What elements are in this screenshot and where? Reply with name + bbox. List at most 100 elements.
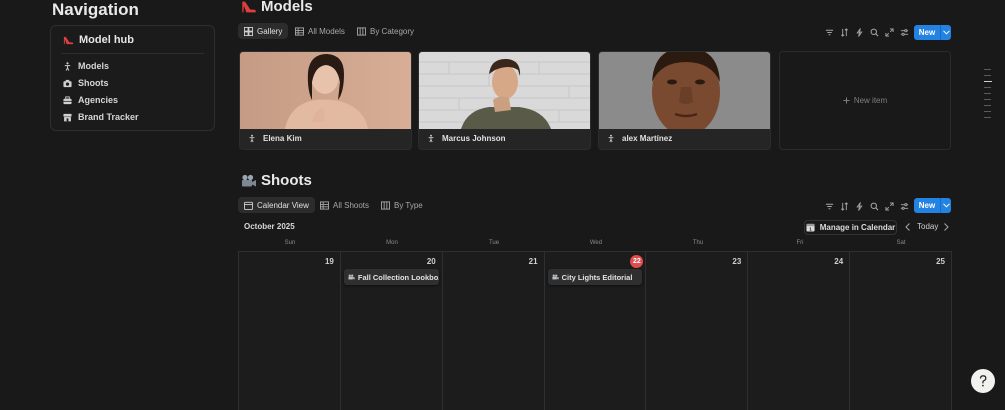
tab-label: By Type <box>394 200 423 210</box>
today-button[interactable]: Today <box>917 222 938 231</box>
outline-line <box>984 99 991 100</box>
model-card-alex-martinez[interactable]: alex Martínez <box>598 51 771 150</box>
nav-item-label: Brand Tracker <box>78 112 139 122</box>
nav-item-label: Shoots <box>78 78 109 88</box>
calendar-day-cell[interactable]: 25 <box>849 252 953 410</box>
calendar-day-cell[interactable]: 23 <box>645 252 748 410</box>
help-button[interactable] <box>971 369 995 393</box>
day-number: 20 <box>426 257 436 266</box>
tab-by-category[interactable]: By Category <box>351 23 420 39</box>
high-heel-icon <box>241 0 257 15</box>
nav-item-label: Agencies <box>78 95 119 105</box>
manage-in-calendar-label: Manage in Calendar <box>819 223 896 232</box>
nav-item-models[interactable]: Models <box>63 59 109 73</box>
model-name: Elena Kim <box>248 134 302 143</box>
camera-icon <box>63 79 72 88</box>
new-item-card[interactable]: New item <box>779 51 951 150</box>
filter-icon[interactable] <box>825 202 834 211</box>
new-button-label: New <box>918 201 936 210</box>
model-card-marcus-johnson[interactable]: Marcus Johnson <box>418 51 591 150</box>
outline-line <box>984 69 991 70</box>
tab-label: By Category <box>370 26 415 36</box>
store-icon <box>63 113 72 122</box>
board-icon <box>381 200 390 210</box>
day-number: 19 <box>324 257 334 266</box>
movie-camera-icon <box>241 174 257 188</box>
calendar-event[interactable]: City Lights Editorial <box>547 269 643 285</box>
model-name-label: alex Martínez <box>622 134 673 143</box>
search-icon[interactable] <box>870 28 879 37</box>
tab-gallery[interactable]: Gallery <box>238 23 289 39</box>
nav-item-agencies[interactable]: Agencies <box>63 93 118 107</box>
calendar-month-label: October 2025 <box>244 222 295 231</box>
calendar-week-grid: 19 20 Fall Collection Lookbo... 21 22 Ci… <box>238 251 953 410</box>
model-name: Marcus Johnson <box>427 134 506 143</box>
calendar-day-cell[interactable]: 19 <box>238 252 340 410</box>
help-question-icon <box>976 374 990 388</box>
weekday-header: Fri <box>796 240 804 246</box>
briefcase-icon <box>63 95 72 105</box>
lightning-icon[interactable] <box>855 28 864 37</box>
nav-item-brand-tracker[interactable]: Brand Tracker <box>63 110 139 124</box>
model-name-label: Elena Kim <box>263 134 302 143</box>
calendar-day-cell-today[interactable]: 22 City Lights Editorial <box>543 252 646 410</box>
day-number: 21 <box>528 257 538 266</box>
expand-icon[interactable] <box>885 202 894 211</box>
model-hub-link[interactable]: Model hub <box>63 34 134 46</box>
page-outline[interactable] <box>984 69 992 123</box>
movie-camera-icon <box>348 274 355 280</box>
chevron-down-icon[interactable] <box>941 203 951 208</box>
person-standing-icon <box>607 134 615 143</box>
weekday-header: Sun <box>284 240 296 246</box>
settings-sliders-icon[interactable] <box>900 28 909 37</box>
nav-item-label: Models <box>78 61 110 71</box>
table-icon <box>295 26 304 36</box>
model-card-elena-kim[interactable]: Elena Kim <box>239 51 412 150</box>
calendar-app-icon: 1 <box>806 223 815 232</box>
weekday-header: Tue <box>488 240 500 246</box>
tab-all-shoots[interactable]: All Shoots <box>314 197 375 213</box>
weekday-header: Thu <box>692 240 704 246</box>
tab-all-models[interactable]: All Models <box>289 23 351 39</box>
navigation-panel: Model hub Models Shoots Agencies Brand T… <box>50 25 215 131</box>
day-number: 24 <box>834 257 844 266</box>
tab-calendar-view[interactable]: Calendar View <box>238 197 315 213</box>
new-button-label: New <box>918 28 936 37</box>
expand-icon[interactable] <box>885 28 894 37</box>
calendar-day-cell[interactable]: 21 <box>441 252 544 410</box>
nav-item-shoots[interactable]: Shoots <box>63 76 109 90</box>
calendar-day-cell[interactable]: 20 Fall Collection Lookbo... <box>339 252 442 410</box>
outline-line <box>984 111 991 112</box>
shoots-heading: Shoots <box>241 172 312 189</box>
event-title: City Lights Editorial <box>561 272 633 282</box>
search-icon[interactable] <box>870 202 879 211</box>
settings-sliders-icon[interactable] <box>900 202 909 211</box>
outline-line <box>984 87 991 88</box>
shoots-title: Shoots <box>261 172 312 189</box>
today-day-badge: 22 <box>630 255 644 268</box>
model-photo <box>419 52 590 129</box>
model-photo <box>240 52 411 129</box>
filter-icon[interactable] <box>825 28 834 37</box>
chevron-left-icon[interactable] <box>903 222 913 232</box>
outline-line <box>984 105 991 106</box>
movie-camera-icon <box>552 274 559 280</box>
event-title: Fall Collection Lookbo... <box>357 272 439 282</box>
navigation-heading: Navigation <box>52 0 139 19</box>
chevron-right-icon[interactable] <box>941 222 951 232</box>
models-title: Models <box>261 0 313 15</box>
lightning-icon[interactable] <box>855 202 864 211</box>
shoots-new-button[interactable]: New <box>914 198 951 213</box>
sort-icon[interactable] <box>840 202 849 211</box>
model-photo <box>599 52 770 129</box>
day-number: 23 <box>732 257 742 266</box>
models-new-button[interactable]: New <box>914 25 951 40</box>
sort-icon[interactable] <box>840 28 849 37</box>
calendar-event[interactable]: Fall Collection Lookbo... <box>343 269 439 285</box>
chevron-down-icon[interactable] <box>941 30 951 35</box>
board-icon <box>357 26 366 36</box>
table-icon <box>320 200 329 210</box>
tab-by-type[interactable]: By Type <box>375 197 429 213</box>
calendar-day-cell[interactable]: 24 <box>747 252 850 410</box>
manage-in-calendar-button[interactable]: 1 Manage in Calendar <box>804 220 897 235</box>
